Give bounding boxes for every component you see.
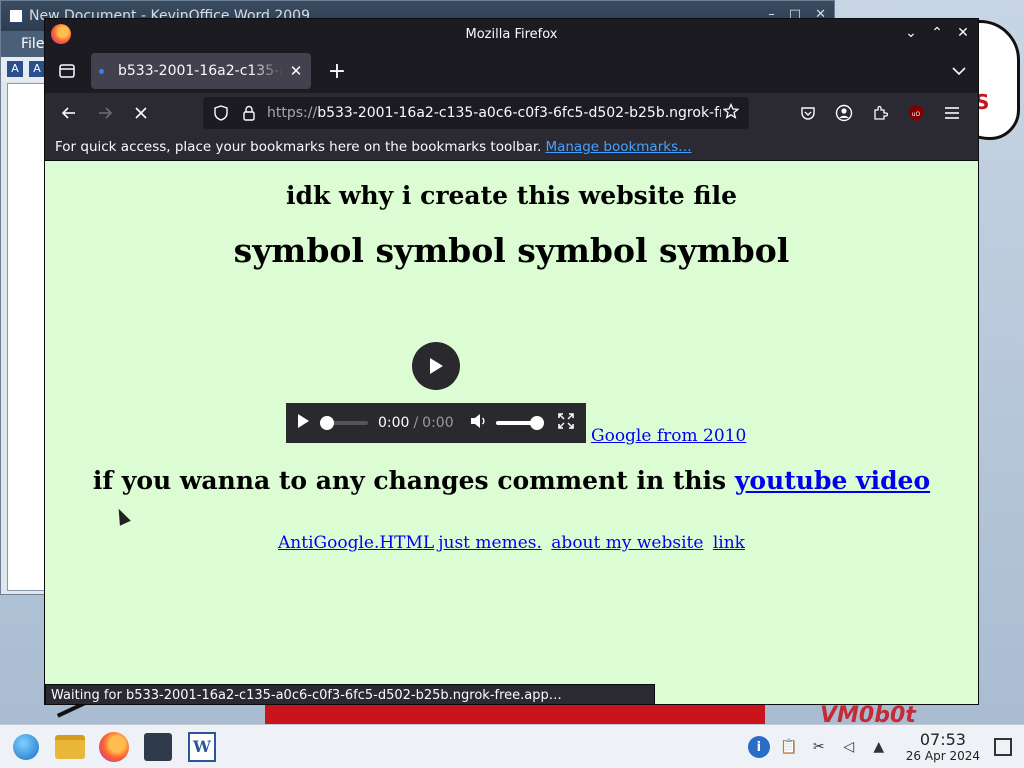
antigoogle-link[interactable]: AntiGoogle.HTML: [278, 533, 434, 553]
bookmark-star-icon[interactable]: [721, 102, 741, 123]
bookmarks-hint: For quick access, place your bookmarks h…: [55, 138, 542, 155]
info-icon[interactable]: i: [747, 736, 770, 758]
clock-date: 26 Apr 2024: [905, 749, 980, 763]
word-taskbar-button[interactable]: W: [184, 729, 220, 765]
font-color-icon[interactable]: A: [7, 61, 23, 77]
clipboard-icon[interactable]: 📋: [778, 736, 800, 758]
word-icon: W: [188, 731, 216, 762]
firefox-taskbar-button[interactable]: [96, 729, 132, 765]
tab-active[interactable]: b533-2001-16a2-c135-a0c6-c0f3-6fc5-d502-…: [91, 53, 311, 89]
settings-taskbar-button[interactable]: [140, 729, 176, 765]
url-host: b533-2001-16a2-c135-a0c6-c0f3-6fc5-d502-…: [317, 105, 721, 121]
volume-slider[interactable]: [495, 416, 544, 430]
word-app-icon: [9, 9, 23, 23]
folder-icon: [55, 734, 85, 759]
page-title: symbol symbol symbol symbol: [233, 231, 790, 270]
back-icon[interactable]: [53, 97, 85, 129]
wallpaper-brand: VM0b0t: [820, 703, 916, 724]
lock-icon[interactable]: [239, 103, 259, 123]
status-bar: Waiting for b533-2001-16a2-c135-a0c6-c0f…: [45, 684, 655, 704]
firefox-window-controls: ⌄ ⌃ ✕: [904, 25, 970, 41]
about-my-website-link[interactable]: about my website: [551, 533, 703, 553]
word-document-page[interactable]: [7, 83, 47, 591]
bookmarks-toolbar: For quick access, place your bookmarks h…: [45, 133, 978, 161]
chevron-down-icon[interactable]: ⌄: [904, 25, 918, 41]
ublock-origin-icon[interactable]: uO: [900, 97, 932, 129]
clock[interactable]: 07:53 26 Apr 2024: [905, 730, 980, 764]
page-subtitle: idk why i create this website file: [285, 181, 737, 210]
start-orb-icon: [13, 733, 39, 760]
system-tray: i 📋 ✂ ◁ ▲ 07:53 26 Apr 2024: [740, 725, 1024, 768]
svg-text:uO: uO: [912, 111, 921, 118]
firefox-window-title: Mozilla Firefox: [465, 26, 558, 42]
seek-slider[interactable]: [320, 416, 368, 430]
hamburger-menu-icon[interactable]: [936, 97, 968, 129]
tab-loading-icon: [99, 68, 104, 74]
extensions-icon[interactable]: [864, 97, 896, 129]
manage-bookmarks-link[interactable]: Manage bookmarks…: [545, 139, 691, 155]
notifications-icon[interactable]: [994, 738, 1012, 756]
youtube-video-link[interactable]: youtube video: [735, 466, 930, 495]
firefox-window[interactable]: Mozilla Firefox ⌄ ⌃ ✕ b533-2001-16a2-c13…: [44, 18, 979, 705]
tab-bar: b533-2001-16a2-c135-a0c6-c0f3-6fc5-d502-…: [45, 49, 978, 93]
scissors-icon[interactable]: ✂: [808, 736, 830, 758]
tray-expand-icon[interactable]: ▲: [868, 736, 890, 758]
file-manager-button[interactable]: [52, 729, 88, 765]
volume-tray-icon[interactable]: ◁: [838, 736, 860, 758]
firefox-logo-icon: [51, 24, 71, 44]
media-time-total: 0:00: [422, 415, 454, 431]
account-icon[interactable]: [828, 97, 860, 129]
play-icon[interactable]: [296, 413, 310, 433]
navigation-toolbar: https://b533-2001-16a2-c135-a0c6-c0f3-6f…: [45, 93, 978, 133]
media-controls: 0:00 / 0:00: [286, 403, 586, 443]
footer-links: AntiGoogle.HTML just memes. about my webs…: [45, 533, 978, 553]
url-text[interactable]: https://b533-2001-16a2-c135-a0c6-c0f3-6f…: [267, 105, 721, 121]
tab-title: b533-2001-16a2-c135-a0c6-c0f3-6fc5-d502-…: [118, 63, 283, 79]
tab-close-icon[interactable]: ✕: [289, 62, 303, 80]
stop-loading-icon[interactable]: [125, 97, 157, 129]
fullscreen-icon[interactable]: [557, 413, 574, 433]
pocket-icon[interactable]: [792, 97, 824, 129]
url-scheme: https://: [267, 105, 318, 121]
link-link[interactable]: link: [713, 533, 745, 553]
google-from-2010-link[interactable]: Google from 2010: [591, 426, 746, 446]
firefox-view-icon[interactable]: [51, 55, 83, 87]
word-menu-file[interactable]: File: [21, 36, 44, 52]
firefox-titlebar[interactable]: Mozilla Firefox ⌄ ⌃ ✕: [45, 19, 978, 49]
list-all-tabs-icon[interactable]: [952, 61, 966, 80]
clock-time: 07:53: [919, 730, 966, 749]
tracking-protection-shield-icon[interactable]: [211, 103, 231, 123]
comment-instruction: if you wanna to any changes comment in t…: [45, 466, 978, 495]
taskbar: W i 📋 ✂ ◁ ▲ 07:53 26 Apr 2024: [0, 724, 1024, 768]
media-time-separator: /: [413, 415, 419, 431]
highlight-icon[interactable]: A: [29, 61, 45, 77]
chevron-up-icon[interactable]: ⌃: [930, 25, 944, 41]
media-time-current: 0:00: [378, 415, 410, 431]
firefox-icon: [99, 731, 129, 762]
toolbar-right-icons: uO: [792, 97, 968, 129]
settings-mixer-icon: [144, 732, 172, 761]
just-memes-link[interactable]: just memes.: [438, 533, 542, 553]
url-bar[interactable]: https://b533-2001-16a2-c135-a0c6-c0f3-6f…: [203, 97, 749, 129]
start-menu-button[interactable]: [8, 729, 44, 765]
new-tab-icon[interactable]: +: [325, 59, 349, 84]
video-play-overlay-button[interactable]: [412, 342, 460, 390]
page-content: idk why i create this website file symbo…: [45, 161, 978, 704]
forward-icon[interactable]: [89, 97, 121, 129]
volume-icon[interactable]: [470, 413, 488, 433]
close-icon[interactable]: ✕: [956, 25, 970, 41]
comment-text: if you wanna to any changes comment in t…: [92, 466, 727, 495]
